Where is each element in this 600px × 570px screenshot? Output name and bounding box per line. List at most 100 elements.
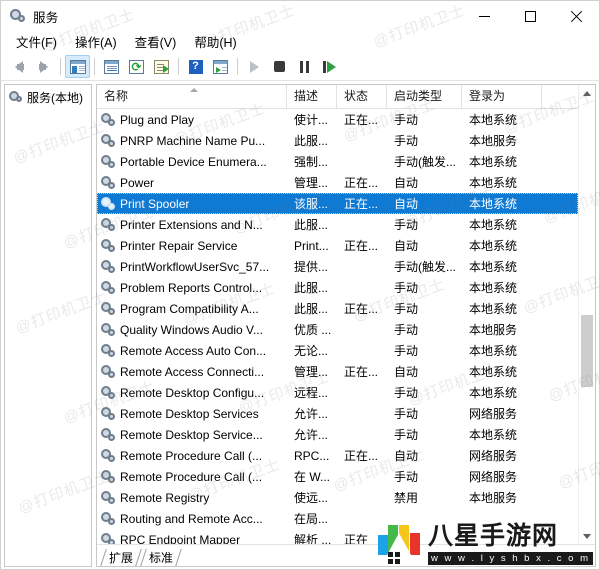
table-row[interactable]: Remote Procedure Call (...在 W...手动网络服务 [97,466,578,487]
minimize-button[interactable] [461,1,507,31]
service-name: Program Compatibility A... [120,302,259,316]
cell-description: 此服... [287,216,337,233]
cell-status: 正在... [337,174,387,191]
column-header-name-label: 名称 [104,89,128,103]
cell-startup-type: 禁用 [387,489,462,506]
menu-action[interactable]: 操作(A) [66,30,126,54]
list-header: 名称 描述 状态 启动类型 登录为 [97,85,578,109]
vertical-scrollbar[interactable] [578,85,595,544]
menu-view[interactable]: 查看(V) [126,30,186,54]
column-header-startup-type[interactable]: 启动类型 [387,85,462,108]
toolbar-separator [94,58,95,75]
service-name: Remote Access Connecti... [120,365,264,379]
table-row[interactable]: Remote Desktop Configu...远程...手动本地系统 [97,382,578,403]
table-row[interactable]: Program Compatibility A...此服...正在...手动本地… [97,298,578,319]
cell-description: RPC... [287,449,337,463]
refresh-button[interactable]: ⟳ [124,55,149,78]
show-action-pane-button[interactable] [208,55,233,78]
cell-log-on-as: 本地系统 [462,174,542,191]
start-service-button[interactable] [242,55,267,78]
forward-button[interactable] [31,55,56,78]
cell-name: Plug and Play [97,113,287,127]
table-row[interactable]: Remote Registry使远...禁用本地服务 [97,487,578,508]
table-row[interactable]: Remote Desktop Service...允许...手动本地系统 [97,424,578,445]
table-row[interactable]: Printer Repair ServicePrint...正在...自动本地系… [97,235,578,256]
cell-startup-type: 手动 [387,216,462,233]
service-name: Remote Desktop Services [120,407,259,421]
cell-log-on-as: 本地系统 [462,300,542,317]
stop-icon [274,61,285,72]
service-gear-icon [101,323,116,337]
cell-description: 使计... [287,111,337,128]
cell-log-on-as: 本地服务 [462,489,542,506]
column-header-log-on-as[interactable]: 登录为 [462,85,542,108]
scroll-up-button[interactable] [579,85,595,101]
table-row[interactable]: Portable Device Enumera...强制...手动(触发...本… [97,151,578,172]
service-name: Remote Access Auto Con... [120,344,266,358]
play-icon [250,61,259,73]
table-row[interactable]: Routing and Remote Acc...在局... [97,508,578,529]
cell-name: Remote Procedure Call (... [97,470,287,484]
cell-description: 提供... [287,258,337,275]
table-row[interactable]: Print Spooler该服...正在...自动本地系统 [97,193,578,214]
service-gear-icon [101,197,116,211]
service-name: Power [120,176,154,190]
menu-file[interactable]: 文件(F) [7,30,66,54]
arrow-left-icon [15,61,23,73]
properties-button[interactable] [99,55,124,78]
service-name: Print Spooler [120,197,189,211]
pause-service-button[interactable] [292,55,317,78]
tab-standard[interactable]: 标准 [141,549,181,566]
cell-name: Problem Reports Control... [97,281,287,295]
cell-description: 管理... [287,174,337,191]
pause-icon [299,61,310,73]
table-row[interactable]: PNRP Machine Name Pu...此服...手动本地服务 [97,130,578,151]
show-hide-tree-button[interactable] [65,55,90,78]
cell-description: 允许... [287,405,337,422]
table-row[interactable]: Remote Procedure Call (...RPC...正在...自动网… [97,445,578,466]
cell-log-on-as: 本地服务 [462,132,542,149]
column-header-status[interactable]: 状态 [337,85,387,108]
chevron-up-icon [583,91,591,96]
help-button[interactable]: ? [183,55,208,78]
cell-log-on-as: 本地系统 [462,426,542,443]
table-row[interactable]: RPC Endpoint Mapper解析 ...正在 [97,529,578,544]
scroll-down-button[interactable] [579,528,595,544]
scrollbar-thumb[interactable] [581,315,593,388]
table-row[interactable]: Problem Reports Control...此服...手动本地系统 [97,277,578,298]
cell-startup-type: 手动 [387,300,462,317]
table-row[interactable]: Remote Access Connecti...管理...正在...自动本地系… [97,361,578,382]
table-row[interactable]: Remote Desktop Services允许...手动网络服务 [97,403,578,424]
table-row[interactable]: Printer Extensions and N...此服...手动本地系统 [97,214,578,235]
service-gear-icon [101,491,116,505]
table-row[interactable]: Quality Windows Audio V...优质 ...手动本地服务 [97,319,578,340]
service-name: Printer Extensions and N... [120,218,263,232]
cell-name: Routing and Remote Acc... [97,512,287,526]
maximize-button[interactable] [507,1,553,31]
column-header-name[interactable]: 名称 [97,85,287,108]
menu-help[interactable]: 帮助(H) [185,30,245,54]
close-button[interactable] [553,1,599,31]
scrollbar-track[interactable] [579,101,595,528]
stop-service-button[interactable] [267,55,292,78]
service-name: PrintWorkflowUserSvc_57... [120,260,269,274]
tree-node-services-local[interactable]: 服务(本地) [5,88,91,106]
services-row-container: Plug and Play使计...正在...手动本地系统PNRP Machin… [97,109,578,544]
table-row[interactable]: Remote Access Auto Con...无论...手动本地系统 [97,340,578,361]
cell-startup-type: 手动(触发... [387,258,462,275]
table-row[interactable]: Power管理...正在...自动本地系统 [97,172,578,193]
cell-name: Power [97,176,287,190]
help-icon: ? [189,60,203,74]
export-list-button[interactable] [149,55,174,78]
refresh-icon: ⟳ [129,60,144,74]
service-gear-icon [101,407,116,421]
service-name: Portable Device Enumera... [120,155,267,169]
tab-extended[interactable]: 扩展 [101,549,141,566]
title-bar: 服务 [1,1,599,31]
table-row[interactable]: Plug and Play使计...正在...手动本地系统 [97,109,578,130]
table-row[interactable]: PrintWorkflowUserSvc_57...提供...手动(触发...本… [97,256,578,277]
service-name: Remote Registry [120,491,209,505]
back-button[interactable] [6,55,31,78]
restart-service-button[interactable] [317,55,342,78]
column-header-description[interactable]: 描述 [287,85,337,108]
